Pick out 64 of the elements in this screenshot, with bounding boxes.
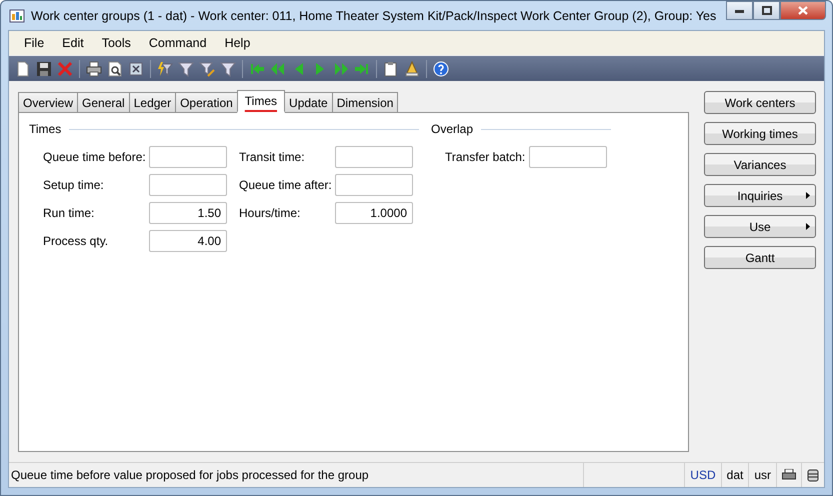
double-right-icon[interactable] [333, 60, 349, 76]
menu-button[interactable]: Inquiries [704, 184, 816, 207]
menu-item[interactable]: Edit [53, 36, 93, 50]
field-label: Setup time: [43, 178, 105, 192]
field-label: Hours/time: [239, 206, 302, 220]
input-field[interactable]: 1.0000 [335, 202, 413, 224]
input-field[interactable] [529, 146, 607, 168]
lightning-funnel-icon[interactable] [157, 60, 173, 76]
funnel-icon[interactable] [220, 60, 236, 76]
field-label: Transit time: [239, 150, 306, 164]
user-indicator: usr [748, 463, 776, 487]
input-field[interactable] [149, 146, 227, 168]
tab[interactable]: Ledger [128, 92, 176, 112]
action-button[interactable]: Work centers [704, 91, 816, 114]
input-field[interactable] [335, 146, 413, 168]
close-button[interactable] [780, 1, 826, 20]
funnel-icon[interactable] [178, 60, 194, 76]
database-icon[interactable] [807, 468, 819, 482]
close-icon [798, 6, 808, 15]
input-field[interactable]: 4.00 [149, 230, 227, 252]
menu-item[interactable]: Tools [92, 36, 140, 50]
input-field[interactable] [149, 174, 227, 196]
field-label: Transfer batch: [445, 150, 526, 164]
field-label: Queue time after: [239, 178, 333, 192]
funnel-pencil-icon[interactable] [199, 60, 215, 76]
magnifier-page-icon[interactable] [107, 60, 123, 76]
menu-button[interactable]: Use [704, 215, 816, 238]
save-icon[interactable] [36, 60, 52, 76]
menu-item[interactable]: Help [216, 36, 260, 50]
input-field[interactable]: 1.50 [149, 202, 227, 224]
status-message: Queue time before value proposed for jobs processed for the group [10, 467, 370, 484]
action-button[interactable]: Variances [704, 153, 816, 176]
printer-icon[interactable] [782, 469, 796, 481]
input-field[interactable] [335, 174, 413, 196]
field-label: Run time: [43, 206, 96, 220]
restore-icon [762, 6, 772, 15]
printer-icon[interactable] [86, 60, 102, 76]
minimize-icon [735, 8, 744, 12]
tab[interactable]: Operation [175, 92, 238, 112]
minimize-button[interactable] [726, 1, 753, 20]
app-icon [9, 8, 25, 24]
tab[interactable]: Times [236, 90, 286, 113]
page-icon[interactable] [15, 60, 31, 76]
field-label: Process qty. [43, 234, 110, 248]
currency-indicator: USD [684, 463, 721, 487]
tab[interactable]: Overview [18, 92, 78, 112]
caret-icon [806, 223, 810, 230]
tab[interactable]: Update [284, 92, 333, 112]
company-indicator: dat [720, 463, 748, 487]
restore-button[interactable] [753, 1, 780, 20]
menu-item[interactable]: File [15, 36, 54, 50]
help-icon[interactable] [433, 60, 449, 76]
field-label: Queue time before: [43, 150, 147, 164]
tab[interactable]: Dimension [332, 92, 398, 112]
menu-item[interactable]: Command [140, 36, 216, 50]
double-left-icon[interactable] [270, 60, 286, 76]
group-title: Overlap [431, 122, 474, 136]
group-title: Times [29, 122, 62, 136]
tab[interactable]: General [77, 92, 130, 112]
caret-icon [806, 192, 810, 199]
window-title: Work center groups (1 - dat) - Work center: 011, Home Theater System Kit/Pack/Inspect Work Center Group (2), Group: Yes [31, 8, 718, 22]
clipboard-icon[interactable] [383, 60, 399, 76]
action-button[interactable]: Gantt [704, 246, 816, 269]
action-button[interactable]: Working times [704, 122, 816, 145]
